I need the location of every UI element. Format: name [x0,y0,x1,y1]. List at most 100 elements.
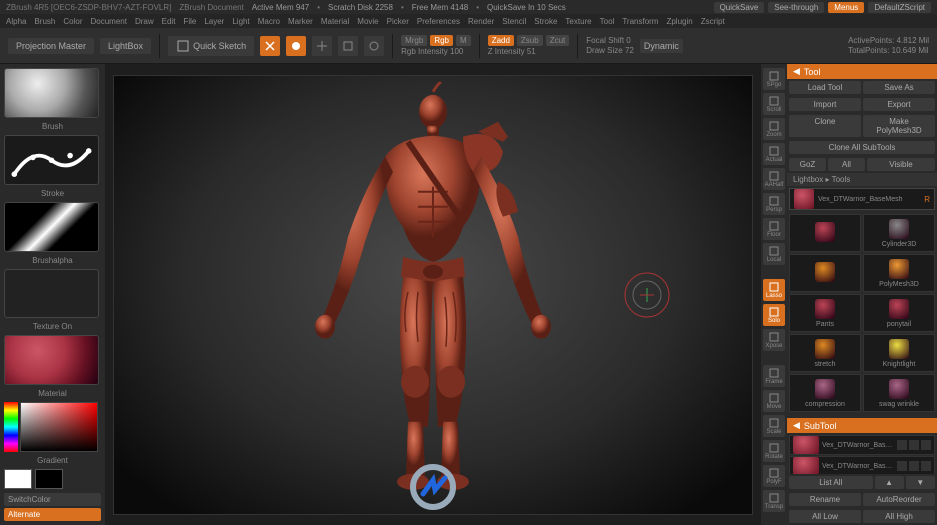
export-button[interactable]: Export [863,98,935,111]
menu-draw[interactable]: Draw [135,17,154,26]
z-intensity-slider[interactable]: Z Intensity 51 [488,47,536,56]
transp-button[interactable]: Transp [763,490,785,512]
save-as-button[interactable]: Save As [863,81,935,94]
edit-mode-icon[interactable] [260,36,280,56]
default-zscript-button[interactable]: DefaultZScript [868,2,931,13]
rotate-mode-icon[interactable] [364,36,384,56]
goz-visible-button[interactable]: Visible [867,158,935,171]
menu-zplugin[interactable]: Zplugin [666,17,692,26]
subtool-item[interactable]: Vex_DTWarrior_BaseMesh [789,456,935,474]
mrgb-button[interactable]: Mrgb [401,35,427,46]
lightbox-button[interactable]: LightBox [100,38,151,54]
clone-button[interactable]: Clone [789,115,861,137]
move-mode-icon[interactable] [312,36,332,56]
tool-item[interactable]: PolyMesh3D [863,254,935,292]
spgo-button[interactable]: SPgo [763,68,785,90]
lightbox-tools-label[interactable]: Lightbox ▸ Tools [787,173,937,186]
menu-stroke[interactable]: Stroke [534,17,557,26]
transform-gizmo[interactable] [622,270,672,320]
material-thumbnail[interactable] [4,335,99,385]
menu-alpha[interactable]: Alpha [6,17,26,26]
rotate-button[interactable]: Rotate [763,440,785,462]
tool-item[interactable]: Knightlight [863,334,935,372]
dynamic-button[interactable]: Dynamic [640,39,683,53]
subtool-down-button[interactable]: ▼ [906,476,935,489]
menu-macro[interactable]: Macro [258,17,280,26]
floor-button[interactable]: Floor [763,218,785,240]
xpose-button[interactable]: Xpose [763,329,785,351]
load-tool-button[interactable]: Load Tool [789,81,861,94]
menu-stencil[interactable]: Stencil [502,17,526,26]
zcut-button[interactable]: Zcut [546,35,570,46]
aahalf-button[interactable]: AAHalf [763,168,785,190]
texture-thumbnail[interactable] [4,269,99,319]
tool-item[interactable]: Cylinder3D [863,214,935,252]
tool-item[interactable]: compression [789,374,861,412]
tool-item[interactable]: Pants [789,294,861,332]
color-picker[interactable] [20,402,98,452]
brush-thumbnail[interactable] [4,68,99,118]
zsub-button[interactable]: Zsub [517,35,543,46]
clone-all-subtools-button[interactable]: Clone All SubTools [789,141,935,154]
menu-layer[interactable]: Layer [204,17,224,26]
menu-picker[interactable]: Picker [387,17,409,26]
draw-size-slider[interactable]: Draw Size 72 [586,46,634,55]
polyf-button[interactable]: PolyF [763,465,785,487]
all-high-button[interactable]: All High [863,510,935,523]
menu-light[interactable]: Light [232,17,249,26]
all-low-button[interactable]: All Low [789,510,861,523]
menu-preferences[interactable]: Preferences [417,17,460,26]
quicksketch-button[interactable]: Quick Sketch [168,36,254,56]
subtool-up-button[interactable]: ▲ [875,476,904,489]
menu-tool[interactable]: Tool [600,17,615,26]
alternate-button[interactable]: Alternate [4,508,101,521]
move-button[interactable]: Move [763,390,785,412]
list-all-button[interactable]: List All [789,476,873,489]
menu-transform[interactable]: Transform [622,17,658,26]
quicksave-button[interactable]: QuickSave [714,2,765,13]
lasso-button[interactable]: Lasso [763,279,785,301]
seethrough-slider[interactable]: See-through [768,2,824,13]
focal-shift-slider[interactable]: Focal Shift 0 [586,36,630,45]
frame-button[interactable]: Frame [763,365,785,387]
menu-color[interactable]: Color [63,17,82,26]
current-tool-preview[interactable]: Vex_DTWarrior_BaseMesh R [789,188,935,210]
subtool-header[interactable]: ◀SubTool [787,418,937,433]
switchcolor-button[interactable]: SwitchColor [4,493,101,506]
menu-material[interactable]: Material [321,17,349,26]
tool-item[interactable]: ponytail [863,294,935,332]
menu-texture[interactable]: Texture [565,17,591,26]
menu-zscript[interactable]: Zscript [701,17,725,26]
menu-movie[interactable]: Movie [357,17,378,26]
viewport[interactable] [113,75,753,515]
actual-button[interactable]: Actual [763,143,785,165]
local-button[interactable]: Local [763,243,785,265]
secondary-color-swatch[interactable] [35,469,63,489]
stroke-thumbnail[interactable] [4,135,99,186]
menu-edit[interactable]: Edit [162,17,176,26]
alpha-thumbnail[interactable] [4,202,99,252]
tool-item[interactable] [789,214,861,252]
menu-marker[interactable]: Marker [288,17,313,26]
draw-mode-icon[interactable] [286,36,306,56]
menu-document[interactable]: Document [91,17,127,26]
hue-slider[interactable] [4,402,18,452]
tool-item[interactable]: swag wrinkle [863,374,935,412]
scale-mode-icon[interactable] [338,36,358,56]
menu-brush[interactable]: Brush [34,17,55,26]
menu-file[interactable]: File [183,17,196,26]
persp-button[interactable]: Persp [763,193,785,215]
m-button[interactable]: M [456,35,471,46]
tool-item[interactable] [789,254,861,292]
zoom-button[interactable]: Zoom [763,118,785,140]
import-button[interactable]: Import [789,98,861,111]
scroll-button[interactable]: Scroll [763,93,785,115]
autoreorder-button[interactable]: AutoReorder [863,493,935,506]
goz-all-button[interactable]: All [828,158,865,171]
scale-button[interactable]: Scale [763,415,785,437]
rgb-intensity-slider[interactable]: Rgb Intensity 100 [401,47,463,56]
make-polymesh-button[interactable]: Make PolyMesh3D [863,115,935,137]
main-color-swatch[interactable] [4,469,32,489]
subtool-item[interactable]: Vex_DTWarrior_BaseMesh [789,435,935,455]
tool-item[interactable]: stretch [789,334,861,372]
